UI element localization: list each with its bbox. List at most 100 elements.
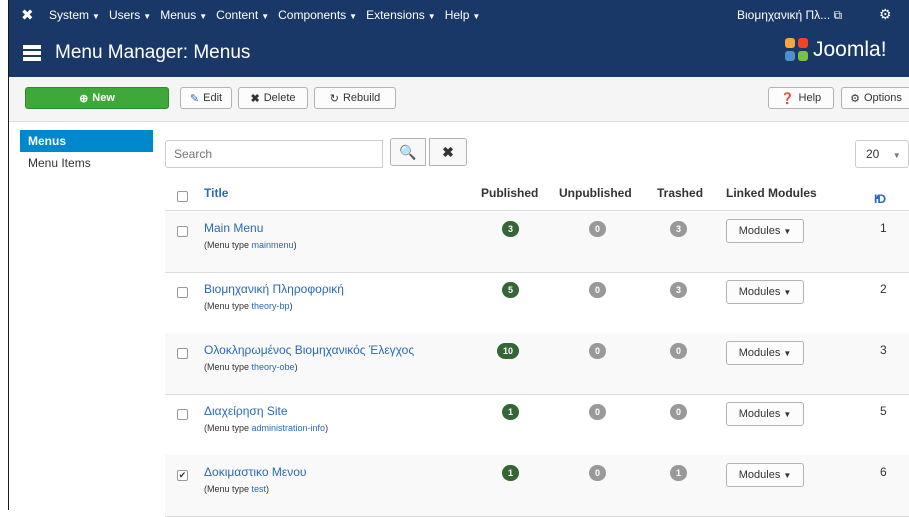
menu-components-label: Components [278, 8, 347, 22]
trashed-badge[interactable]: 1 [670, 465, 688, 481]
menu-type-link[interactable]: mainmenu [252, 240, 294, 250]
menu-id: 1 [880, 221, 887, 235]
options-button[interactable]: ⚙ Options [841, 87, 909, 109]
unpublished-badge[interactable]: 0 [589, 221, 607, 237]
unpublished-badge[interactable]: 0 [589, 465, 607, 481]
menu-type-link[interactable]: administration-info [252, 423, 326, 433]
column-trashed: Trashed [657, 186, 704, 200]
menu-type-suffix: ) [294, 362, 298, 372]
delete-label: Delete [263, 92, 296, 104]
row-checkbox[interactable] [177, 348, 188, 359]
trashed-badge[interactable]: 0 [670, 404, 688, 420]
menu-id: 5 [880, 404, 887, 418]
menu-id: 6 [880, 465, 887, 479]
caret-down-icon: ▼ [143, 12, 152, 21]
menu-extensions[interactable]: Extensions ▼ [366, 8, 436, 22]
table-header: Title Published Unpublished Trashed Link… [165, 180, 909, 211]
menu-help[interactable]: Help ▼ [445, 8, 481, 22]
menu-system-label: System [49, 8, 90, 22]
menu-type-prefix: (Menu type [204, 301, 252, 311]
rebuild-button[interactable]: ↻ Rebuild [314, 87, 396, 109]
edit-label: Edit [203, 92, 223, 104]
modules-label: Modules [738, 286, 781, 298]
menu-type: (Menu type theory-bp) [204, 301, 293, 311]
unpublished-badge[interactable]: 0 [589, 404, 607, 420]
trashed-badge[interactable]: 3 [670, 221, 688, 237]
menu-title-link[interactable]: Βιομηχανική Πληροφορική [204, 282, 344, 296]
modules-label: Modules [738, 347, 781, 359]
table-row: ✔ Δοκιμαστικο Μενου (Menu type test) 1 0… [165, 455, 909, 517]
table-row: Διαχείρηση Site (Menu type administratio… [165, 394, 909, 456]
menu-users[interactable]: Users ▼ [109, 8, 151, 22]
list-limit-value: 20 [866, 147, 880, 161]
caret-down-icon: ▼ [783, 287, 792, 297]
modules-dropdown-button[interactable]: Modules ▼ [726, 280, 804, 304]
sidebar-item-menu-items[interactable]: Menu Items [20, 152, 153, 174]
options-gear-icon: ⚙ [850, 92, 860, 105]
menu-components[interactable]: Components ▼ [278, 8, 357, 22]
search-input[interactable] [165, 140, 383, 168]
delete-button[interactable]: ✖ Delete [238, 87, 308, 109]
refresh-icon: ↻ [329, 92, 339, 105]
site-link[interactable]: Βιομηχανική Πλ... ⧉ [737, 8, 842, 23]
sort-asc-icon: ▲ [874, 192, 882, 201]
toolbar: ⊕ New ✎ Edit ✖ Delete ↻ Rebuild ❓ Help ⚙… [9, 77, 909, 122]
joomla-icon[interactable]: ✖ [21, 6, 34, 24]
menu-menus-label: Menus [160, 8, 197, 22]
published-badge[interactable]: 3 [502, 221, 520, 237]
column-title[interactable]: Title [204, 186, 228, 200]
options-label: Options [863, 92, 902, 104]
row-checkbox[interactable] [177, 287, 188, 298]
modules-dropdown-button[interactable]: Modules ▼ [726, 463, 804, 487]
trashed-badge[interactable]: 0 [670, 343, 688, 359]
menu-type-link[interactable]: theory-obe [252, 362, 295, 372]
row-checkbox[interactable] [177, 226, 188, 237]
modules-dropdown-button[interactable]: Modules ▼ [726, 341, 804, 365]
caret-down-icon: ▼ [783, 226, 792, 236]
list-limit-select[interactable]: 20 ▼ [855, 140, 909, 168]
site-name: Βιομηχανική Πλ... [737, 8, 831, 22]
published-badge[interactable]: 10 [497, 343, 520, 359]
menu-type-link[interactable]: theory-bp [252, 301, 290, 311]
menu-title-link[interactable]: Main Menu [204, 221, 263, 235]
menu-title-link[interactable]: Διαχείρηση Site [204, 404, 288, 418]
modules-dropdown-button[interactable]: Modules ▼ [726, 402, 804, 426]
help-label: Help [798, 92, 822, 104]
list-icon [23, 45, 41, 61]
menu-title-link[interactable]: Δοκιμαστικο Μενου [204, 465, 306, 479]
menu-system[interactable]: System ▼ [49, 8, 100, 22]
menu-type-suffix: ) [325, 423, 329, 433]
menu-type: (Menu type mainmenu) [204, 240, 297, 250]
modules-dropdown-button[interactable]: Modules ▼ [726, 219, 804, 243]
new-button[interactable]: ⊕ New [25, 87, 169, 109]
published-badge[interactable]: 1 [502, 465, 520, 481]
sidebar-item-menus[interactable]: Menus [20, 130, 153, 152]
edit-button[interactable]: ✎ Edit [180, 87, 232, 109]
search-button[interactable]: 🔍 [390, 138, 426, 166]
help-button[interactable]: ❓ Help [768, 87, 834, 109]
gear-icon[interactable]: ⚙ [879, 6, 892, 23]
modules-label: Modules [738, 225, 781, 237]
select-all-checkbox[interactable] [177, 191, 188, 202]
menu-title-link[interactable]: Ολοκληρωμένος Βιομηχανικός Έλεγχος [204, 343, 414, 357]
menu-type: (Menu type theory-obe) [204, 362, 298, 372]
menu-content[interactable]: Content ▼ [216, 8, 269, 22]
clear-button[interactable]: ✖ [429, 138, 467, 166]
table-row: Main Menu (Menu type mainmenu) 3 0 3 Mod… [165, 211, 909, 273]
menu-id: 3 [880, 343, 887, 357]
row-checkbox-checked[interactable]: ✔ [177, 470, 188, 481]
menu-type-link[interactable]: test [252, 484, 267, 494]
published-badge[interactable]: 1 [502, 404, 520, 420]
caret-down-icon: ▼ [783, 409, 792, 419]
row-checkbox[interactable] [177, 409, 188, 420]
unpublished-badge[interactable]: 0 [589, 343, 607, 359]
trashed-badge[interactable]: 3 [670, 282, 688, 298]
external-link-icon: ⧉ [833, 8, 843, 22]
delete-icon: ✖ [250, 92, 260, 105]
caret-down-icon: ▼ [92, 12, 100, 21]
column-published: Published [481, 186, 539, 200]
published-badge[interactable]: 5 [502, 282, 520, 298]
question-circle-icon: ❓ [780, 92, 795, 105]
unpublished-badge[interactable]: 0 [589, 282, 607, 298]
menu-menus[interactable]: Menus ▼ [160, 8, 207, 22]
